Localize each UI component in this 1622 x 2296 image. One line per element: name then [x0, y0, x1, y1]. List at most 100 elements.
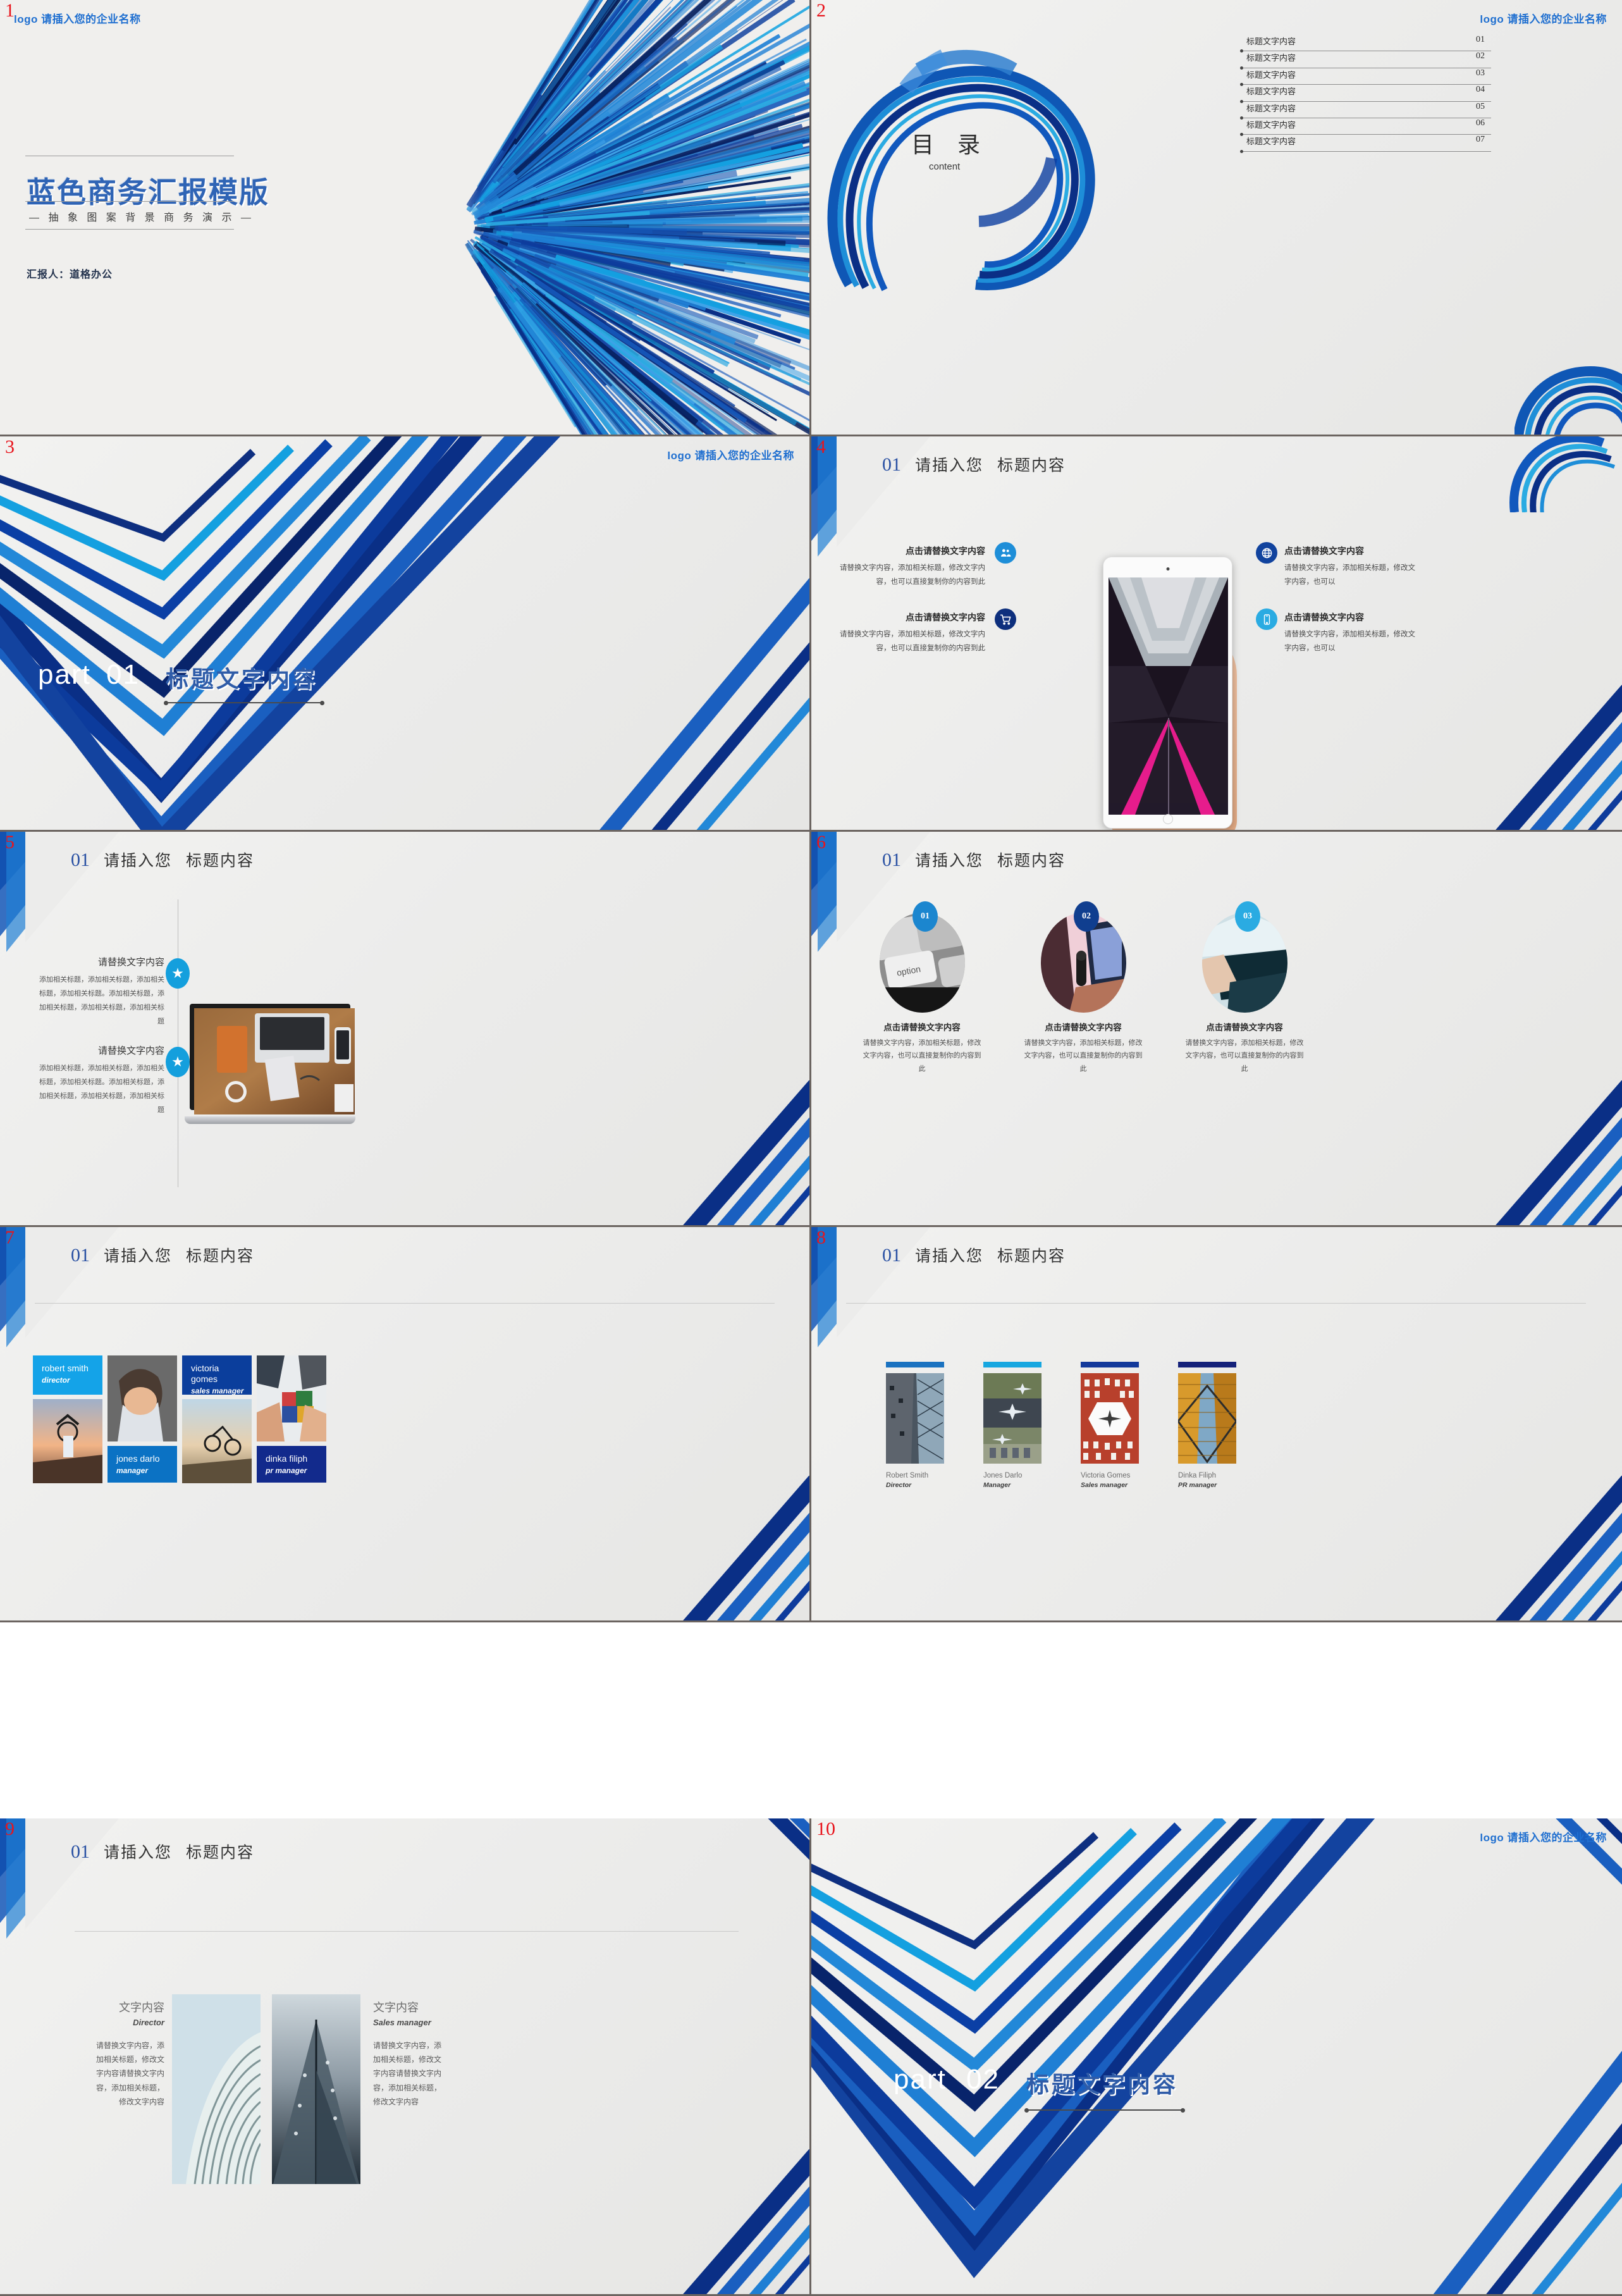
member-card[interactable]: Jones Darlo Manager — [983, 1362, 1047, 1489]
slide-10[interactable]: 10 logo 请插入您的企业名称 part 02 标题文字内容 — [811, 1818, 1622, 2296]
feature-body: 请替换文字内容，添加相关标题，修改文字内容，也可以 — [1284, 564, 1415, 586]
slide-number: 9 — [5, 1818, 15, 1839]
header-text-a: 请插入您 — [915, 457, 984, 474]
block-body: 添加相关标题，添加相关标题，添加相关标题，添加相关标题。添加相关标题，添加相关标… — [39, 1065, 164, 1114]
member-name: Victoria Gomes — [1081, 1472, 1131, 1479]
feature-title: 点击请替换文字内容 — [1284, 546, 1364, 556]
slide-number: 1 — [5, 0, 15, 21]
laptop-base — [185, 1116, 355, 1124]
accent-bar — [1081, 1362, 1139, 1367]
slide-4[interactable]: 4 01 请插入您 标题内容 点击请替换文字内容 请替换文字内容，添加相关标题，… — [811, 436, 1622, 832]
circle-item[interactable]: 03 点击请替换文字内容 请替换文字内容，添加相关标题，修改文字内容，也可以直接… — [1181, 901, 1308, 1075]
company-logo-text: logo 请插入您的企业名称 — [1480, 13, 1607, 25]
slide-1[interactable]: 1 logo 请插入您的企业名称 蓝色商务汇报模版 — 抽 象 图 案 背 景 … — [0, 0, 811, 436]
toc-item[interactable]: 标题文字内容 05 — [1240, 102, 1491, 120]
member-name-block: jones darlo manager — [108, 1446, 177, 1483]
header-text-b: 标题内容 — [186, 1247, 255, 1265]
column-body: 请替换文字内容，添加相关标题，修改文字内容请替换文字内容，添加相关标题，修改文字… — [95, 2041, 164, 2106]
bottom-right-ribbon-graphic — [664, 1080, 809, 1225]
tablet-screen — [1109, 577, 1228, 815]
chevron-pattern-graphic — [0, 436, 809, 830]
tablet-device — [1103, 557, 1232, 829]
member-label[interactable]: jones darlo manager — [108, 1446, 177, 1483]
header-number: 01 — [71, 1841, 90, 1862]
member-card[interactable]: Dinka Filiph PR manager — [1178, 1362, 1241, 1489]
circle-item[interactable]: 01 option 点击请替换文字内容 请替换文字内容，添加相关标题，修改文字内… — [859, 901, 985, 1075]
member-label[interactable]: dinka filiph pr manager — [257, 1446, 326, 1483]
header-text-a: 请插入您 — [915, 852, 984, 870]
member-card[interactable]: Robert Smith Director — [886, 1362, 949, 1489]
feature-item[interactable]: 点击请替换文字内容 请替换文字内容，添加相关标题，修改文字内容，也可以 — [1284, 612, 1417, 656]
toc-item[interactable]: 标题文字内容 03 — [1240, 68, 1491, 87]
slide-header: 01 请插入您 标题内容 — [71, 1244, 254, 1266]
member-name: Dinka Filiph — [1178, 1472, 1217, 1479]
member-card[interactable]: Victoria Gomes Sales manager — [1081, 1362, 1144, 1489]
toc-item[interactable]: 标题文字内容 04 — [1240, 85, 1491, 103]
circle-item[interactable]: 02 点击请替换文字内容 请替换文字内容，添加相关标题，修改文字内容，也可以直接… — [1020, 901, 1146, 1075]
member-label[interactable]: robert smith director — [33, 1355, 102, 1395]
deck-title: 蓝色商务汇报模版 — [27, 176, 269, 209]
slide-number: 2 — [816, 0, 826, 21]
toc-item-number: 04 — [1476, 85, 1485, 95]
info-column[interactable]: 文字内容 Director 请替换文字内容，添加相关标题，修改文字内容请替换文字… — [95, 1999, 164, 2109]
member-label[interactable]: victoria gomes sales manager — [182, 1355, 252, 1395]
info-column[interactable]: 文字内容 Sales manager 请替换文字内容，添加相关标题，修改文字内容… — [373, 1999, 443, 2109]
header-text-b: 标题内容 — [186, 852, 255, 870]
member-name-block: dinka filiph pr manager — [257, 1446, 326, 1483]
member-role: PR manager — [1178, 1481, 1217, 1489]
circle-title: 点击请替换文字内容 — [1045, 1023, 1122, 1032]
slide-6[interactable]: 6 01 请插入您 标题内容 01 option 点击请替换文字内容 请替换文字… — [811, 832, 1622, 1227]
toc-item[interactable]: 标题文字内容 02 — [1240, 51, 1491, 70]
text-block[interactable]: 请替换文字内容 添加相关标题，添加相关标题，添加相关标题，添加相关标题。添加相关… — [38, 955, 164, 1028]
header-number: 01 — [882, 454, 901, 475]
toc-subheading: content — [929, 161, 961, 172]
toc-item-label: 标题文字内容 — [1246, 120, 1296, 130]
deck-spacer — [0, 1622, 1622, 1818]
column-role: Sales manager — [373, 2018, 431, 2027]
feature-item[interactable]: 点击请替换文字内容 请替换文字内容，添加相关标题，修改文字内容，也可以 — [1284, 545, 1417, 589]
member-role: manager — [116, 1466, 149, 1475]
slide-8[interactable]: 8 01 请插入您 标题内容 Robert Smith Director Jon… — [811, 1227, 1622, 1622]
slide-5[interactable]: 5 01 请插入您 标题内容 请替换文字内容 添加相关标题，添加相关标题，添加相… — [0, 832, 811, 1227]
header-number: 01 — [71, 1245, 90, 1266]
toc-item[interactable]: 标题文字内容 06 — [1240, 118, 1491, 137]
circle-badge: 02 — [1074, 901, 1099, 932]
circle-badge: 01 — [912, 901, 938, 932]
abstract-burst-graphic — [367, 0, 809, 435]
feature-item[interactable]: 点击请替换文字内容 请替换文字内容，添加相关标题，修改文字内容，也可以直接复制你… — [837, 612, 985, 656]
circle-title: 点击请替换文字内容 — [1206, 1023, 1283, 1032]
feature-title: 点击请替换文字内容 — [906, 612, 985, 622]
header-text-a: 请插入您 — [104, 1844, 173, 1861]
text-block[interactable]: 请替换文字内容 添加相关标题，添加相关标题，添加相关标题，添加相关标题。添加相关… — [38, 1044, 164, 1117]
users-icon — [995, 542, 1016, 564]
home-button-icon — [1162, 814, 1173, 824]
slide-2[interactable]: 2 logo 请插入您的企业名称 目 录 content 标题文字内容 01 标… — [811, 0, 1622, 436]
feature-item[interactable]: 点击请替换文字内容 请替换文字内容，添加相关标题，修改文字内容，也可以直接复制你… — [837, 545, 985, 589]
toc-item[interactable]: 标题文字内容 01 — [1240, 35, 1491, 53]
member-photo — [182, 1399, 252, 1483]
member-role: sales manager — [191, 1386, 244, 1395]
company-logo-text: logo 请插入您的企业名称 — [667, 450, 794, 462]
part-word: part — [894, 2064, 947, 2095]
part-number: 01 — [106, 659, 140, 690]
slide-7[interactable]: 7 01 请插入您 标题内容 robert smith director jon… — [0, 1227, 811, 1622]
circle-body: 请替换文字内容，添加相关标题，修改文字内容，也可以直接复制你的内容到此 — [863, 1039, 981, 1073]
cart-icon — [995, 608, 1016, 630]
toc-item-number: 07 — [1476, 135, 1485, 145]
member-name: Jones Darlo — [983, 1472, 1023, 1479]
accent-bar — [1178, 1362, 1236, 1367]
slide-number: 8 — [816, 1227, 826, 1248]
toc-item-label: 标题文字内容 — [1246, 87, 1296, 97]
content-circle-graphic — [824, 32, 1109, 310]
section-title: 标题文字内容 — [166, 666, 318, 692]
slide-3[interactable]: 3 logo 请插入您的企业名称 part 01 标题文字内容 — [0, 436, 811, 832]
top-right-swirl-graphic — [1477, 436, 1622, 582]
building-photo — [886, 1373, 944, 1464]
bottom-right-ribbon-graphic — [1477, 1080, 1622, 1225]
block-title: 请替换文字内容 — [97, 957, 164, 968]
member-name: robert smith — [42, 1363, 89, 1373]
toc-divider — [1241, 151, 1491, 152]
toc-item[interactable]: 标题文字内容 07 — [1240, 135, 1491, 153]
slide-9[interactable]: 9 01 请插入您 标题内容 文字内容 Director 请替换文字内容，添加相… — [0, 1818, 811, 2296]
member-role: pr manager — [266, 1466, 307, 1475]
